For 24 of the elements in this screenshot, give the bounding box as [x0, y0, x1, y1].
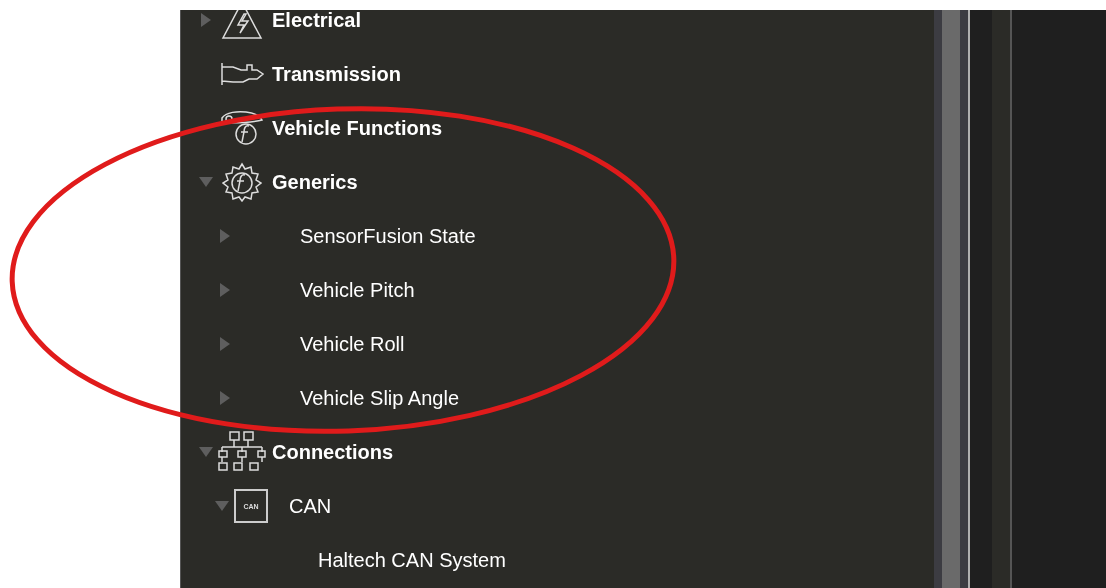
tree-item-label[interactable]: Vehicle Functions	[272, 116, 443, 140]
tree-item-label[interactable]: Vehicle Slip Angle	[300, 386, 459, 410]
tree-item-label[interactable]: SensorFusion State	[300, 224, 476, 248]
gear-function-icon	[222, 162, 262, 202]
tree-item-label[interactable]: CAN	[289, 494, 332, 518]
tree-item-label[interactable]: Transmission	[272, 62, 401, 86]
scrollbar-thumb[interactable]	[942, 10, 960, 588]
collapsed-arrow-icon[interactable]	[220, 229, 230, 243]
expanded-arrow-icon[interactable]	[199, 447, 213, 457]
collapsed-arrow-icon[interactable]	[201, 13, 211, 27]
tree-item-label[interactable]: Vehicle Roll	[300, 332, 405, 356]
expanded-arrow-icon[interactable]	[215, 501, 229, 511]
warning-lightning-icon	[221, 10, 263, 40]
network-tree-icon	[218, 431, 266, 473]
tree-item-label[interactable]: Vehicle Pitch	[300, 278, 415, 302]
tree-item-label[interactable]: Connections	[272, 440, 394, 464]
car-function-icon	[220, 108, 264, 148]
collapsed-arrow-icon[interactable]	[220, 391, 230, 405]
tree-item-label[interactable]: Generics	[272, 170, 358, 194]
collapsed-arrow-icon[interactable]	[220, 283, 230, 297]
collapsed-arrow-icon[interactable]	[220, 337, 230, 351]
tree-item-label[interactable]: Haltech CAN System	[318, 548, 506, 572]
expanded-arrow-icon[interactable]	[199, 177, 213, 187]
tree-item-label[interactable]: Electrical	[272, 10, 361, 32]
